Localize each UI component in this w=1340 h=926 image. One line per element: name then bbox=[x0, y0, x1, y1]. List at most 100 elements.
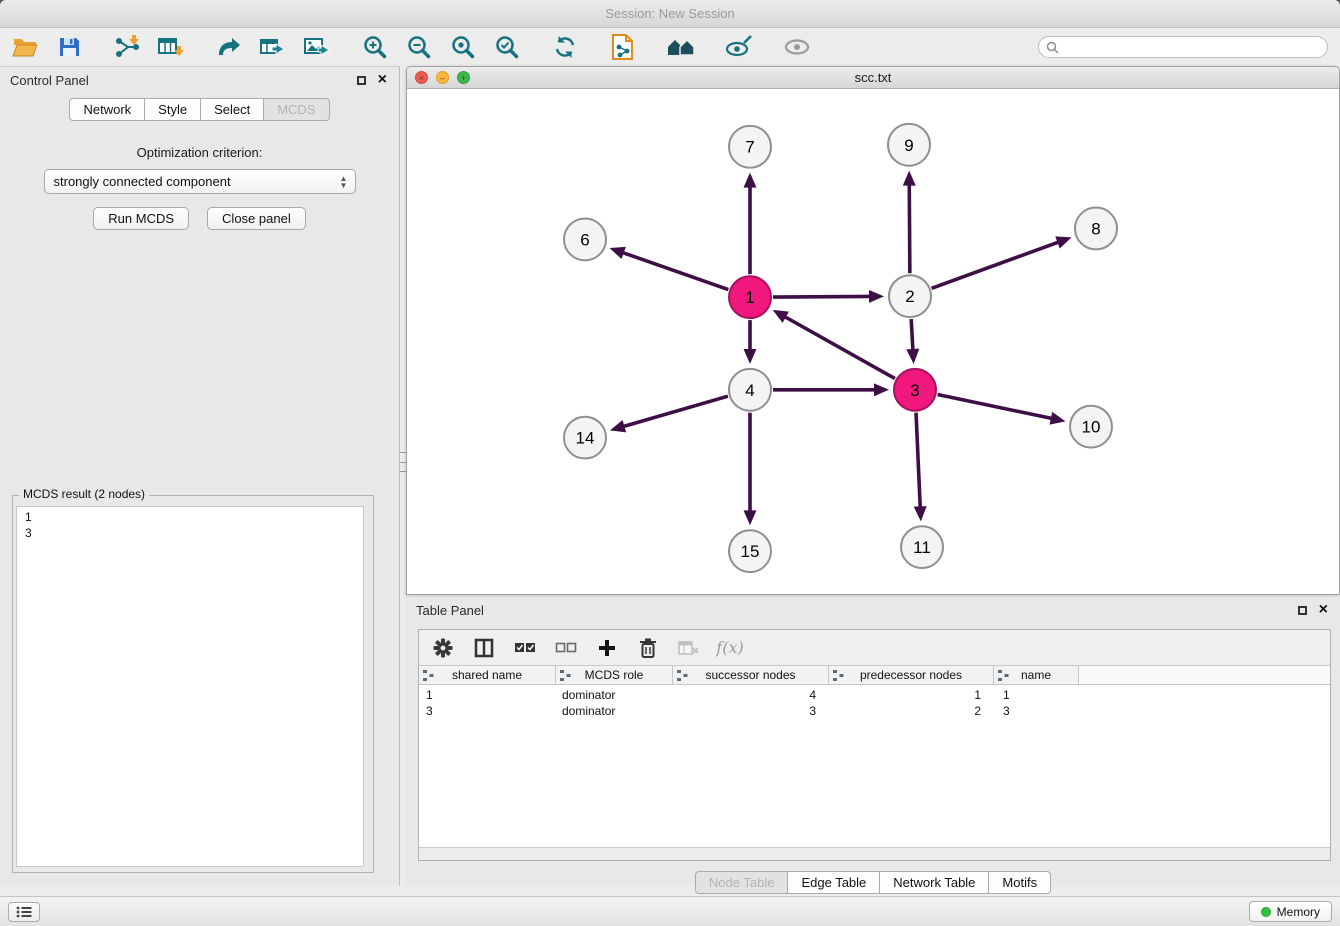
zoom-in-icon[interactable] bbox=[360, 33, 390, 61]
optimization-criterion-label: Optimization criterion: bbox=[0, 145, 399, 160]
column-header-mcds-role[interactable]: MCDS role bbox=[556, 666, 673, 684]
table-cell[interactable]: dominator bbox=[556, 688, 673, 702]
import-table-icon[interactable] bbox=[156, 33, 186, 61]
graph-edge-2-8[interactable] bbox=[932, 242, 1060, 289]
close-window-icon[interactable]: × bbox=[415, 71, 428, 84]
zoom-selected-icon[interactable] bbox=[492, 33, 522, 61]
table-row[interactable]: 3dominator323 bbox=[419, 703, 1330, 719]
tab-edge-table[interactable]: Edge Table bbox=[788, 871, 880, 894]
close-panel-icon[interactable]: × bbox=[378, 73, 387, 87]
select-all-icon[interactable] bbox=[513, 636, 537, 660]
mcds-result-title: MCDS result (2 nodes) bbox=[19, 487, 149, 501]
network-canvas[interactable]: 7968124310141511 bbox=[407, 89, 1339, 594]
horizontal-scrollbar[interactable] bbox=[419, 847, 1330, 860]
column-header-predecessor-nodes[interactable]: predecessor nodes bbox=[829, 666, 994, 684]
close-panel-button[interactable]: Close panel bbox=[207, 207, 306, 230]
save-session-icon[interactable] bbox=[54, 33, 84, 61]
column-header-successor-nodes[interactable]: successor nodes bbox=[673, 666, 829, 684]
graph-edge-3-1[interactable] bbox=[784, 316, 895, 378]
graph-edge-1-6[interactable] bbox=[622, 252, 729, 289]
search-box[interactable] bbox=[1038, 36, 1328, 58]
tab-motifs[interactable]: Motifs bbox=[989, 871, 1051, 894]
table-cell[interactable]: dominator bbox=[556, 704, 673, 718]
control-panel-title: Control Panel bbox=[10, 73, 357, 88]
add-column-icon[interactable] bbox=[595, 636, 619, 660]
network-window-titlebar[interactable]: scc.txt × – + bbox=[407, 67, 1339, 89]
app-window: Session: New Session bbox=[0, 0, 1340, 926]
criterion-dropdown-value: strongly connected component bbox=[54, 174, 335, 189]
graph-edge-1-2[interactable] bbox=[773, 296, 871, 297]
graph-edge-3-10[interactable] bbox=[938, 395, 1053, 419]
header-filler bbox=[1079, 666, 1330, 684]
search-input[interactable] bbox=[1064, 39, 1327, 55]
tab-mcds[interactable]: MCDS bbox=[264, 98, 329, 121]
export-image-icon[interactable] bbox=[302, 33, 332, 61]
column-type-icon bbox=[677, 670, 688, 684]
float-table-panel-icon[interactable] bbox=[1298, 606, 1307, 615]
mcds-result-item[interactable]: 3 bbox=[17, 525, 363, 541]
mcds-result-list[interactable]: 13 bbox=[16, 506, 364, 867]
home-icon[interactable] bbox=[666, 33, 696, 61]
table-cell[interactable]: 4 bbox=[673, 688, 829, 702]
export-table-icon[interactable] bbox=[258, 33, 288, 61]
graph-edge-3-11[interactable] bbox=[916, 413, 920, 509]
split-column-icon[interactable] bbox=[472, 636, 496, 660]
table-row[interactable]: 1dominator411 bbox=[419, 687, 1330, 703]
maximize-window-icon[interactable]: + bbox=[457, 71, 470, 84]
title-bar[interactable]: Session: New Session bbox=[0, 0, 1340, 28]
table-cell[interactable]: 2 bbox=[829, 704, 994, 718]
float-panel-icon[interactable] bbox=[357, 76, 366, 85]
graph-edge-arrow bbox=[1055, 236, 1071, 248]
refresh-icon[interactable] bbox=[550, 33, 580, 61]
graph-edge-2-9[interactable] bbox=[909, 184, 910, 274]
network-graph[interactable]: 7968124310141511 bbox=[407, 89, 1339, 594]
criterion-dropdown[interactable]: strongly connected component ▲▼ bbox=[44, 169, 356, 194]
visibility-icon[interactable] bbox=[782, 33, 812, 61]
close-table-panel-icon[interactable]: × bbox=[1319, 603, 1328, 617]
memory-button[interactable]: Memory bbox=[1249, 901, 1332, 922]
table-cell[interactable]: 3 bbox=[419, 704, 556, 718]
graph-edge-arrow bbox=[744, 349, 757, 364]
document-network-icon[interactable] bbox=[608, 33, 638, 61]
column-type-icon bbox=[560, 670, 571, 684]
table-header-row: shared name MCDS role successor nodes pr… bbox=[419, 666, 1330, 685]
tab-style[interactable]: Style bbox=[145, 98, 201, 121]
gear-icon[interactable] bbox=[431, 636, 455, 660]
task-history-button[interactable] bbox=[8, 902, 40, 922]
column-header-name[interactable]: name bbox=[994, 666, 1079, 684]
list-icon bbox=[16, 906, 32, 918]
import-network-icon[interactable] bbox=[112, 33, 142, 61]
graph-edge-arrow bbox=[914, 506, 927, 521]
table-cell[interactable]: 1 bbox=[419, 688, 556, 702]
network-branch-icon[interactable] bbox=[214, 33, 244, 61]
column-type-icon bbox=[423, 670, 434, 684]
main-toolbar bbox=[0, 29, 1340, 65]
delete-column-icon[interactable] bbox=[636, 636, 660, 660]
deselect-all-icon[interactable] bbox=[554, 636, 578, 660]
run-mcds-button[interactable]: Run MCDS bbox=[93, 207, 189, 230]
graph-node-label: 15 bbox=[741, 542, 760, 561]
zoom-out-icon[interactable] bbox=[404, 33, 434, 61]
graph-node-label: 9 bbox=[904, 136, 913, 155]
table-panel-title: Table Panel bbox=[416, 603, 1298, 618]
tab-network[interactable]: Network bbox=[69, 98, 145, 121]
function-builder-icon: f(x) bbox=[718, 636, 742, 660]
column-header-shared-name[interactable]: shared name bbox=[419, 666, 556, 684]
mcds-result-item[interactable]: 1 bbox=[17, 509, 363, 525]
graph-node-label: 11 bbox=[913, 538, 931, 557]
minimize-window-icon[interactable]: – bbox=[436, 71, 449, 84]
table-cell[interactable]: 1 bbox=[994, 688, 1079, 702]
network-window: scc.txt × – + 7968124310141511 bbox=[406, 66, 1340, 595]
graph-edge-4-14[interactable] bbox=[622, 396, 727, 427]
style-eye-icon[interactable] bbox=[724, 33, 754, 61]
graph-edge-arrow bbox=[869, 290, 884, 303]
zoom-fit-icon[interactable] bbox=[448, 33, 478, 61]
open-folder-icon[interactable] bbox=[10, 33, 40, 61]
tab-node-table[interactable]: Node Table bbox=[695, 871, 789, 894]
tab-select[interactable]: Select bbox=[201, 98, 264, 121]
graph-edge-2-3[interactable] bbox=[911, 319, 913, 351]
tab-network-table[interactable]: Network Table bbox=[880, 871, 989, 894]
table-cell[interactable]: 3 bbox=[994, 704, 1079, 718]
table-cell[interactable]: 1 bbox=[829, 688, 994, 702]
table-cell[interactable]: 3 bbox=[673, 704, 829, 718]
